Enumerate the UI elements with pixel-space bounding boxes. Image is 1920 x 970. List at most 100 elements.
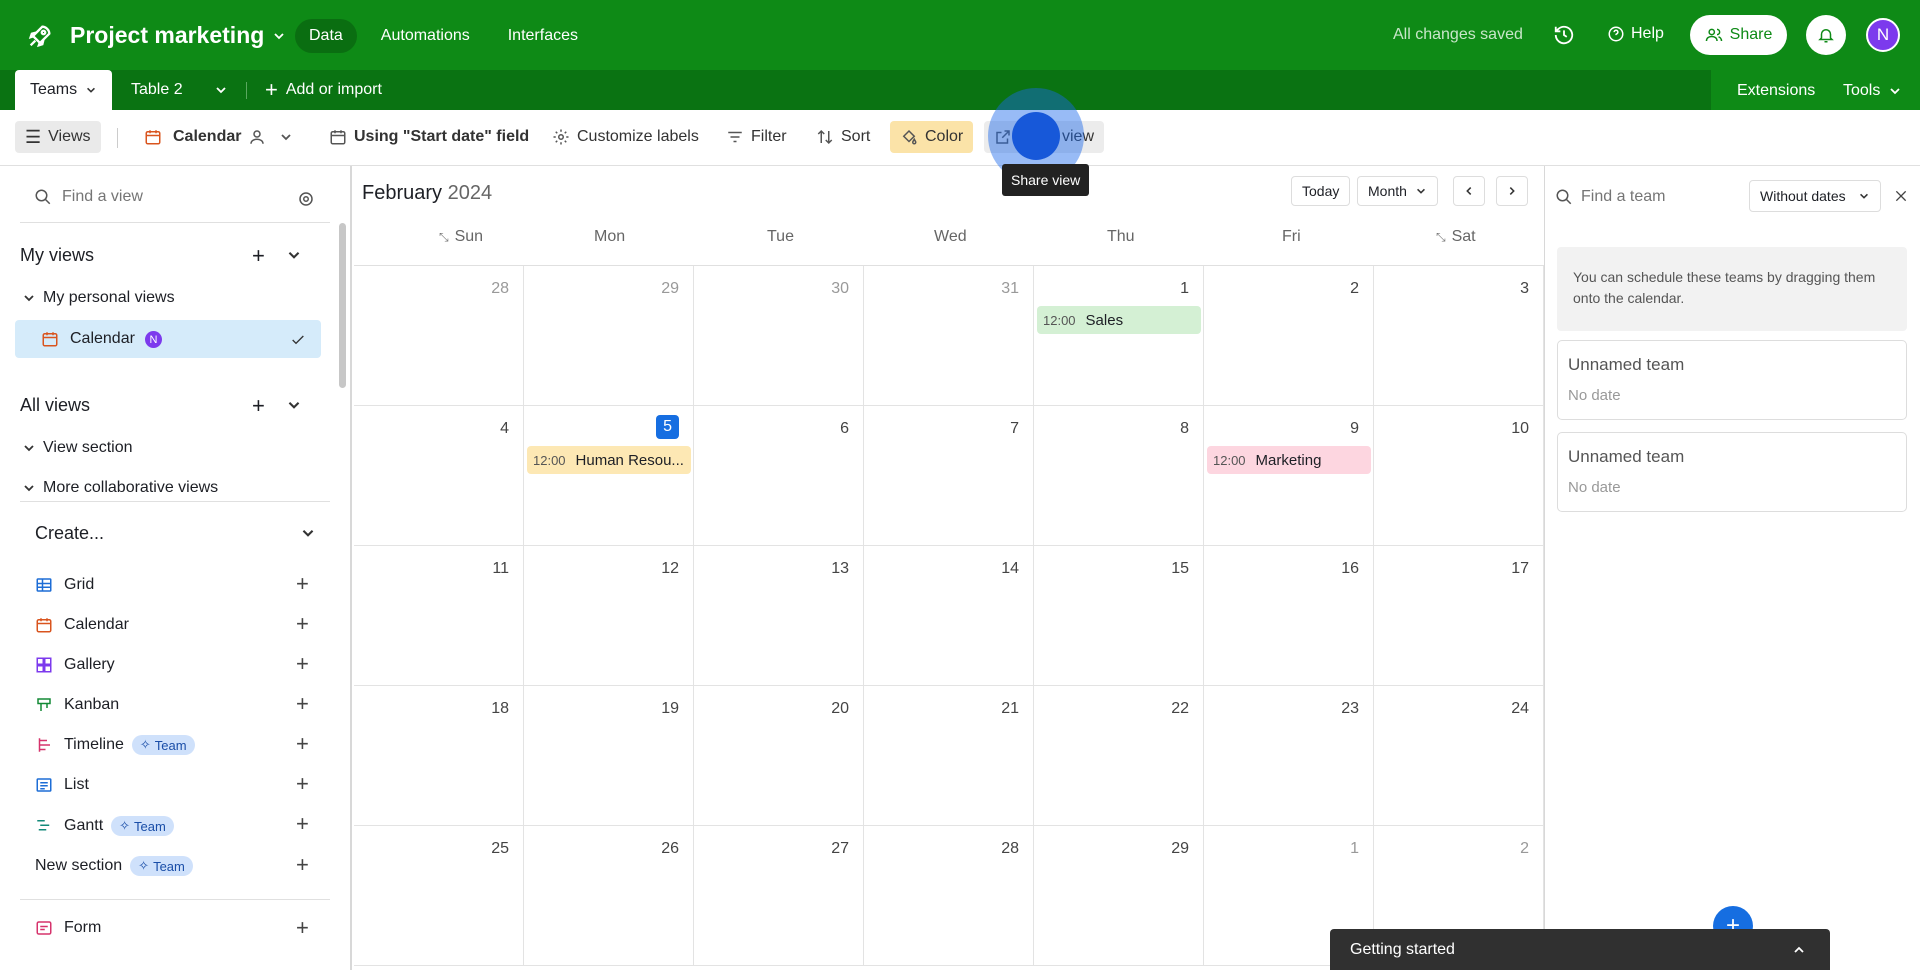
plus-icon[interactable]: +	[296, 613, 309, 635]
plus-icon[interactable]: +	[296, 733, 309, 755]
extensions-button[interactable]: Extensions	[1737, 82, 1815, 100]
nav-automations[interactable]: Automations	[367, 19, 484, 53]
calendar-day-cell[interactable]: 9	[1204, 406, 1374, 546]
calendar-day-cell[interactable]: 1	[1034, 266, 1204, 406]
calendar-day-cell[interactable]: 27	[694, 826, 864, 966]
project-name-button[interactable]: Project marketing	[70, 22, 286, 49]
calendar-day-cell[interactable]: 10	[1374, 406, 1544, 546]
find-view-search[interactable]	[34, 188, 314, 206]
calendar-event[interactable]: 12:00 Human Resou...	[527, 446, 691, 474]
calendar-day-cell[interactable]: 26	[524, 826, 694, 966]
nav-data[interactable]: Data	[295, 19, 357, 53]
create-grid[interactable]: Grid	[35, 576, 94, 594]
calendar-day-cell[interactable]: 5	[524, 406, 694, 546]
date-filter-select[interactable]: Without dates	[1749, 180, 1881, 212]
sort-button[interactable]: Sort	[806, 121, 880, 153]
create-list[interactable]: List	[35, 776, 89, 794]
create-gantt[interactable]: Gantt ✧ Team	[35, 816, 174, 836]
create-new-section[interactable]: New section ✧ Team	[35, 856, 193, 876]
active-view-item[interactable]: Calendar N	[15, 320, 321, 358]
collapse-icon[interactable]: ⤡	[1436, 230, 1446, 244]
find-team-input[interactable]	[1581, 188, 1731, 206]
calendar-day-cell[interactable]: 3	[1374, 266, 1544, 406]
calendar-day-cell[interactable]: 21	[864, 686, 1034, 826]
today-button[interactable]: Today	[1291, 176, 1351, 206]
calendar-day-cell[interactable]: 7	[864, 406, 1034, 546]
notifications-button[interactable]	[1806, 15, 1846, 55]
find-view-input[interactable]	[62, 188, 282, 206]
chevron-down-icon[interactable]	[286, 247, 302, 263]
calendar-day-cell[interactable]: 18	[354, 686, 524, 826]
sidebar-scrollbar[interactable]	[339, 223, 346, 388]
tab-teams[interactable]: Teams	[15, 70, 113, 110]
help-button[interactable]: Help	[1607, 25, 1664, 43]
rocket-icon[interactable]	[26, 22, 54, 50]
plus-icon[interactable]: +	[296, 573, 309, 595]
filter-button[interactable]: Filter	[716, 121, 797, 153]
date-field-button[interactable]: Using "Start date" field	[319, 121, 539, 153]
plus-icon[interactable]: +	[296, 773, 309, 795]
calendar-day-cell[interactable]: 20	[694, 686, 864, 826]
plus-icon[interactable]: +	[296, 653, 309, 675]
create-kanban[interactable]: Kanban	[35, 696, 119, 714]
plus-icon[interactable]: +	[252, 245, 268, 267]
plus-icon[interactable]: +	[296, 813, 309, 835]
calendar-day-cell[interactable]: 11	[354, 546, 524, 686]
calendar-day-cell[interactable]: 19	[524, 686, 694, 826]
views-toggle-button[interactable]: ☰ Views	[15, 121, 101, 153]
add-or-import-button[interactable]: + Add or import	[265, 70, 382, 110]
create-timeline[interactable]: Timeline ✧ Team	[35, 735, 195, 755]
chevron-down-icon[interactable]	[300, 525, 316, 541]
calendar-day-cell[interactable]: 2	[1204, 266, 1374, 406]
avatar[interactable]: N	[1866, 18, 1900, 52]
create-calendar[interactable]: Calendar	[35, 616, 129, 634]
calendar-day-cell[interactable]: 29	[1034, 826, 1204, 966]
calendar-day-cell[interactable]: 22	[1034, 686, 1204, 826]
create-gallery[interactable]: Gallery	[35, 656, 115, 674]
calendar-event[interactable]: 12:00 Sales	[1037, 306, 1201, 334]
chevron-down-icon[interactable]	[286, 397, 302, 413]
gear-icon[interactable]	[297, 190, 315, 208]
calendar-day-cell[interactable]: 31	[864, 266, 1034, 406]
range-select[interactable]: Month	[1357, 176, 1438, 206]
tools-button[interactable]: Tools	[1843, 82, 1902, 100]
calendar-day-cell[interactable]: 16	[1204, 546, 1374, 686]
calendar-day-cell[interactable]: 6	[694, 406, 864, 546]
calendar-day-cell[interactable]: 23	[1204, 686, 1374, 826]
calendar-day-cell[interactable]: 12	[524, 546, 694, 686]
collapse-icon[interactable]: ⤡	[439, 230, 449, 244]
calendar-day-cell[interactable]: 25	[354, 826, 524, 966]
plus-icon[interactable]: +	[296, 854, 309, 876]
calendar-event[interactable]: 12:00 Marketing	[1207, 446, 1371, 474]
calendar-day-cell[interactable]: 28	[864, 826, 1034, 966]
color-button[interactable]: Color	[890, 121, 974, 153]
calendar-day-cell[interactable]: 24	[1374, 686, 1544, 826]
tab-table-2[interactable]: Table 2	[131, 70, 183, 110]
calendar-day-cell[interactable]: 17	[1374, 546, 1544, 686]
find-team-search[interactable]	[1555, 188, 1731, 206]
create-form[interactable]: Form	[35, 919, 101, 937]
more-tables-button[interactable]	[214, 70, 228, 110]
team-card[interactable]: Unnamed team No date	[1557, 340, 1907, 420]
next-month-button[interactable]	[1496, 176, 1528, 206]
calendar-day-cell[interactable]: 30	[694, 266, 864, 406]
getting-started-bar[interactable]: Getting started	[1330, 929, 1830, 970]
close-icon[interactable]	[1893, 188, 1909, 204]
calendar-day-cell[interactable]: 29	[524, 266, 694, 406]
more-collab-toggle[interactable]: More collaborative views	[22, 479, 218, 497]
calendar-day-cell[interactable]: 8	[1034, 406, 1204, 546]
calendar-day-cell[interactable]: 15	[1034, 546, 1204, 686]
calendar-day-cell[interactable]: 4	[354, 406, 524, 546]
plus-icon[interactable]: +	[296, 693, 309, 715]
view-section-toggle[interactable]: View section	[22, 439, 133, 457]
calendar-day-cell[interactable]: 14	[864, 546, 1034, 686]
team-card[interactable]: Unnamed team No date	[1557, 432, 1907, 512]
customize-labels-button[interactable]: Customize labels	[542, 121, 709, 153]
plus-icon[interactable]: +	[296, 917, 309, 939]
nav-interfaces[interactable]: Interfaces	[494, 19, 592, 53]
my-personal-views-toggle[interactable]: My personal views	[22, 289, 175, 307]
calendar-day-cell[interactable]: 28	[354, 266, 524, 406]
prev-month-button[interactable]	[1453, 176, 1485, 206]
history-icon[interactable]	[1553, 24, 1575, 46]
create-header[interactable]: Create...	[35, 523, 104, 544]
